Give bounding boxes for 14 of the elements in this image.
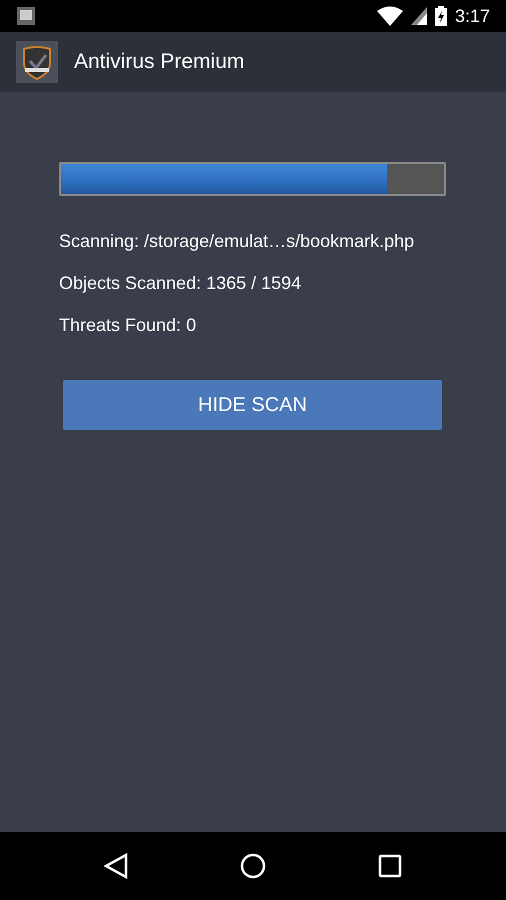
- home-icon[interactable]: [240, 853, 266, 879]
- back-icon[interactable]: [104, 853, 128, 879]
- scan-status-text: Scanning: /storage/emulat…s/bookmark.php: [59, 230, 416, 252]
- signal-icon: [410, 7, 427, 25]
- notification-icon: [16, 6, 36, 26]
- wifi-icon: [376, 6, 403, 26]
- app-title: Antivirus Premium: [74, 48, 244, 75]
- clock: 3:17: [454, 4, 490, 28]
- recents-icon[interactable]: [378, 854, 402, 878]
- scan-status-text: Objects Scanned: 1365 / 1594: [59, 272, 302, 294]
- scan-status-text: Threats Found: 0: [59, 314, 198, 336]
- shield-logo-icon: [16, 40, 58, 82]
- hide-scan-button[interactable]: HIDE SCAN: [63, 380, 442, 430]
- battery-icon: [434, 6, 447, 26]
